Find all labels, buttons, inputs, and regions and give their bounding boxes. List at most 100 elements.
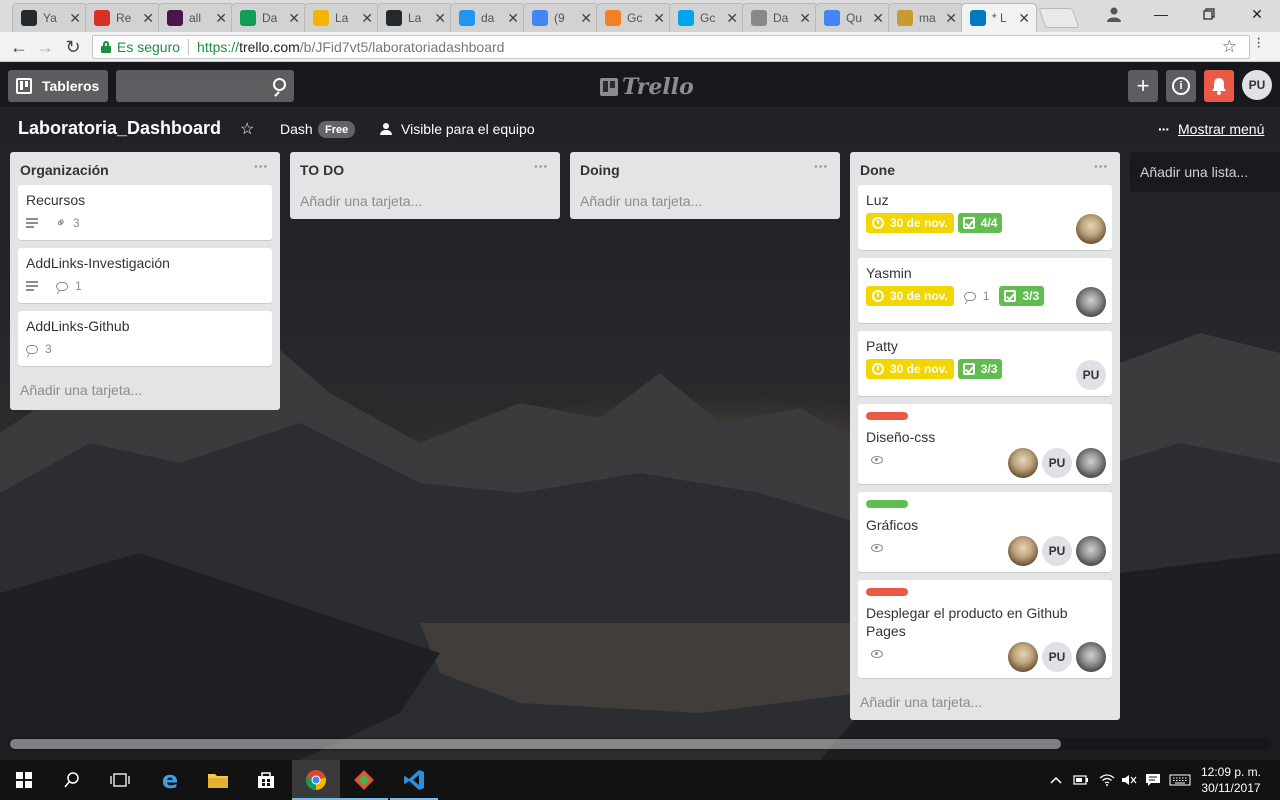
browser-tab[interactable]: * L ✕ [961, 3, 1037, 32]
task-view-button[interactable] [96, 760, 144, 800]
list-menu-icon[interactable]: ··· [534, 158, 548, 174]
board-title[interactable]: Laboratoria_Dashboard [18, 118, 221, 139]
close-tab-icon[interactable]: ✕ [507, 10, 519, 27]
vscode-button[interactable] [390, 760, 438, 800]
close-tab-icon[interactable]: ✕ [799, 10, 811, 27]
scrollbar-thumb[interactable] [10, 739, 1061, 749]
browser-tab[interactable]: Re ✕ [85, 3, 161, 32]
add-button[interactable]: + [1128, 70, 1158, 102]
browser-tab[interactable]: (9 ✕ [523, 3, 599, 32]
add-list-button[interactable]: Añadir una lista... [1130, 152, 1280, 192]
star-board-icon[interactable]: ☆ [240, 119, 254, 139]
volume-icon[interactable] [1118, 760, 1140, 800]
browser-tab[interactable]: Gc ✕ [596, 3, 672, 32]
team-name[interactable]: Dash [280, 121, 313, 137]
bookmark-star-icon[interactable]: ☆ [1222, 37, 1237, 57]
member-avatar[interactable]: PU [1042, 642, 1072, 672]
close-tab-icon[interactable]: ✕ [945, 10, 957, 27]
back-icon[interactable]: ← [8, 36, 30, 58]
member-avatar[interactable]: PU [1042, 536, 1072, 566]
browser-tab[interactable]: Qu ✕ [815, 3, 891, 32]
close-tab-icon[interactable]: ✕ [580, 10, 592, 27]
show-menu-button[interactable]: ··· Mostrar menú [1158, 121, 1264, 137]
file-explorer-button[interactable] [194, 760, 242, 800]
wifi-icon[interactable] [1096, 760, 1118, 800]
card-luz[interactable]: Luz 30 de nov. 4/4 [858, 185, 1112, 250]
browser-tab[interactable]: La ✕ [377, 3, 453, 32]
edge-button[interactable]: e [146, 760, 194, 800]
member-avatar[interactable] [1076, 536, 1106, 566]
search-icon[interactable] [273, 78, 286, 91]
close-tab-icon[interactable]: ✕ [215, 10, 227, 27]
member-avatar[interactable] [1076, 214, 1106, 244]
search-taskbar-button[interactable] [48, 760, 96, 800]
close-tab-icon[interactable]: ✕ [1018, 10, 1030, 27]
search-input[interactable] [116, 70, 294, 102]
card-patty[interactable]: Patty 30 de nov. 3/3 PU [858, 331, 1112, 396]
close-tab-icon[interactable]: ✕ [69, 10, 81, 27]
user-avatar[interactable]: PU [1242, 70, 1272, 100]
close-tab-icon[interactable]: ✕ [434, 10, 446, 27]
member-avatar[interactable]: PU [1042, 448, 1072, 478]
visibility-button[interactable]: Visible para el equipo [380, 121, 535, 137]
reload-icon[interactable]: ↻ [62, 36, 84, 58]
browser-menu-icon[interactable]: · · · [1256, 31, 1261, 55]
add-card-button[interactable]: Añadir una tarjeta... [850, 686, 1120, 720]
card-addlinks-investigacion[interactable]: AddLinks-Investigación 1 [18, 248, 272, 303]
address-bar[interactable]: Es seguro https://trello.com/b/JFid7vt5/… [92, 35, 1250, 59]
close-tab-icon[interactable]: ✕ [142, 10, 154, 27]
add-card-button[interactable]: Añadir una tarjeta... [570, 185, 840, 219]
close-tab-icon[interactable]: ✕ [653, 10, 665, 27]
browser-tab[interactable]: Da ✕ [742, 3, 818, 32]
list-name[interactable]: Done [860, 162, 895, 178]
card-yasmin[interactable]: Yasmin 30 de nov. 1 3/3 [858, 258, 1112, 323]
card-desplegar-producto[interactable]: Desplegar el producto en Github Pages PU [858, 580, 1112, 678]
close-tab-icon[interactable]: ✕ [361, 10, 373, 27]
list-header[interactable]: Organización ··· [10, 152, 280, 185]
member-avatar[interactable] [1076, 642, 1106, 672]
profile-icon[interactable] [1104, 4, 1124, 24]
card-recursos[interactable]: Recursos ⚭ 3 [18, 185, 272, 240]
member-avatar[interactable] [1076, 448, 1106, 478]
browser-tab[interactable]: Ya ✕ [12, 3, 88, 32]
add-card-button[interactable]: Añadir una tarjeta... [290, 185, 560, 219]
system-clock[interactable]: 12:09 p. m. 30/11/2017 [1198, 764, 1264, 796]
browser-tab[interactable]: Gc ✕ [669, 3, 745, 32]
member-avatar[interactable]: PU [1076, 360, 1106, 390]
list-header[interactable]: TO DO ··· [290, 152, 560, 185]
forward-icon[interactable]: → [34, 36, 56, 58]
close-tab-icon[interactable]: ✕ [872, 10, 884, 27]
gitkraken-button[interactable] [340, 760, 388, 800]
notifications-icon[interactable] [1142, 760, 1164, 800]
member-avatar[interactable] [1076, 287, 1106, 317]
browser-tab[interactable]: ma ✕ [888, 3, 964, 32]
list-menu-icon[interactable]: ··· [1094, 158, 1108, 174]
close-tab-icon[interactable]: ✕ [288, 10, 300, 27]
close-tab-icon[interactable]: ✕ [726, 10, 738, 27]
start-button[interactable] [0, 760, 48, 800]
boards-button[interactable]: Tableros [8, 70, 108, 102]
notifications-button[interactable] [1204, 70, 1234, 102]
info-button[interactable]: i [1166, 70, 1196, 102]
member-avatar[interactable] [1008, 642, 1038, 672]
browser-tab[interactable]: all ✕ [158, 3, 234, 32]
close-window-icon[interactable]: ✕ [1234, 0, 1280, 28]
keyboard-icon[interactable] [1166, 760, 1194, 800]
minimize-icon[interactable]: — [1138, 0, 1184, 28]
list-header[interactable]: Doing ··· [570, 152, 840, 185]
member-avatar[interactable] [1008, 536, 1038, 566]
add-card-button[interactable]: Añadir una tarjeta... [10, 374, 280, 410]
new-tab-button[interactable] [1038, 8, 1080, 28]
list-menu-icon[interactable]: ··· [254, 158, 268, 174]
list-header[interactable]: Done ··· [850, 152, 1120, 185]
store-button[interactable] [242, 760, 290, 800]
trello-logo[interactable]: Trello [600, 74, 694, 100]
browser-tab[interactable]: La ✕ [304, 3, 380, 32]
show-hidden-icons[interactable] [1046, 760, 1066, 800]
browser-tab[interactable]: da ✕ [450, 3, 526, 32]
list-name[interactable]: Organización [20, 162, 109, 178]
battery-icon[interactable] [1070, 760, 1092, 800]
browser-tab[interactable]: Da ✕ [231, 3, 307, 32]
card-addlinks-github[interactable]: AddLinks-Github 3 [18, 311, 272, 366]
card-diseno-css[interactable]: Diseño-css PU [858, 404, 1112, 484]
